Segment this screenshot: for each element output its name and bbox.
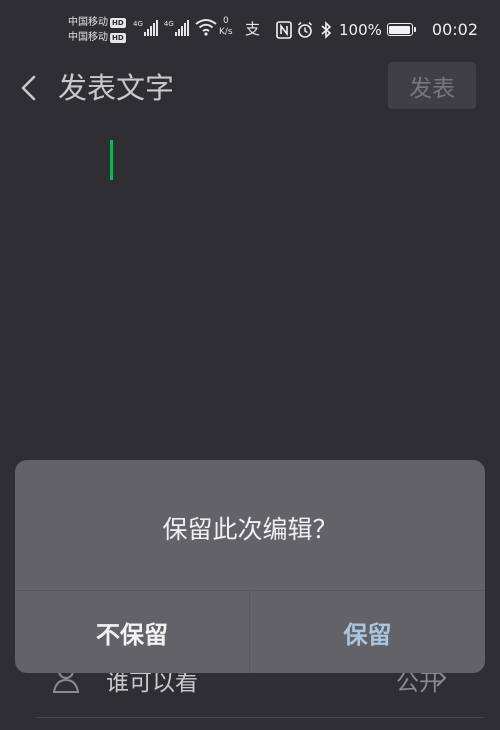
bluetooth-icon [321, 20, 332, 39]
network-type: 4G [133, 20, 143, 28]
dialog-message: 保留此次编辑？ [162, 515, 338, 544]
page-title: 发表文字 [58, 71, 175, 105]
alipay-icon: 支 [245, 20, 261, 38]
signal-bars-icon [143, 20, 158, 36]
carrier-info: 中国移动 HD 中国移动 HD [68, 15, 126, 45]
clock-time: 00:02 [431, 20, 478, 39]
alarm-icon [297, 21, 313, 38]
signal-indicators: 4G 4G [133, 18, 217, 36]
status-bar: 中国移动 HD 中国移动 HD 4G 4G 0 K/s 支 100% 00:02 [0, 0, 500, 62]
speed-unit: K/s [219, 27, 233, 37]
network-type: 4G [163, 20, 174, 28]
status-right: 100% 00:02 [276, 20, 478, 39]
row-divider [36, 717, 484, 718]
network-speed: 0 K/s [219, 16, 233, 38]
carrier-name: 中国移动 [68, 32, 108, 43]
keep-button[interactable]: 保留 [250, 591, 485, 673]
signal-bars-icon [174, 20, 189, 36]
carrier-name: 中国移动 [68, 17, 108, 28]
battery-percent: 100% [339, 20, 382, 39]
publish-button[interactable]: 发表 [388, 62, 476, 109]
battery-icon [386, 23, 416, 36]
signal-group: 4G [133, 20, 158, 36]
nfc-icon [276, 20, 292, 39]
header-bar: 发表文字 发表 [0, 62, 500, 114]
text-cursor [110, 140, 113, 180]
wifi-icon [195, 19, 217, 36]
save-draft-dialog: 保留此次编辑？ 不保留 保留 [15, 460, 485, 673]
hd-badge: HD [110, 32, 126, 43]
speed-value: 0 [222, 16, 229, 26]
discard-button[interactable]: 不保留 [15, 591, 249, 673]
signal-group: 4G [164, 20, 189, 36]
hd-badge: HD [110, 17, 126, 28]
back-arrow-icon[interactable] [16, 74, 42, 102]
